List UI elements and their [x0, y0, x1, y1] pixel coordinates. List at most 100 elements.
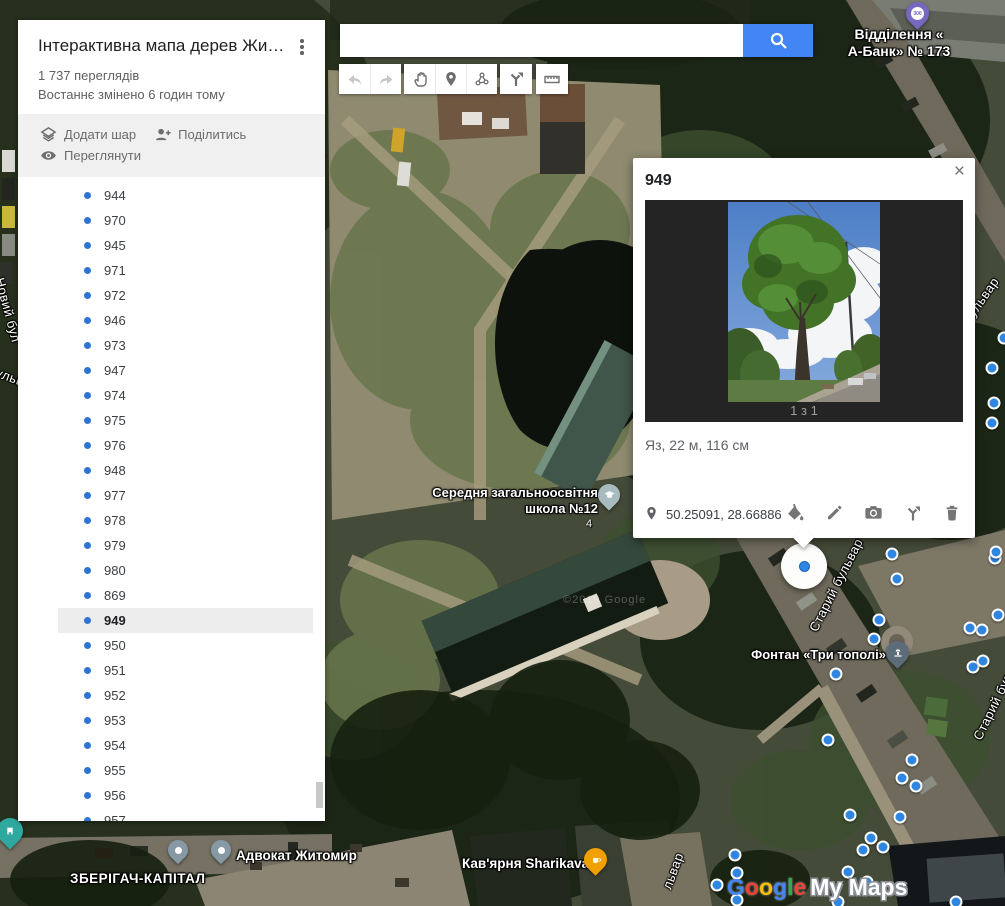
- tree-marker[interactable]: [857, 844, 870, 857]
- tree-bullet-icon: [84, 267, 91, 274]
- tree-item-label: 944: [104, 188, 126, 203]
- tree-marker[interactable]: [891, 573, 904, 586]
- trash-icon: [943, 504, 961, 522]
- tree-list-item[interactable]: 977: [58, 483, 313, 508]
- tree-list-item[interactable]: 979: [58, 533, 313, 558]
- tree-list-item[interactable]: 955: [58, 758, 313, 783]
- tree-marker[interactable]: [977, 655, 990, 668]
- tree-list-item[interactable]: 980: [58, 558, 313, 583]
- advocate-pin-1[interactable]: [164, 836, 192, 864]
- tree-marker[interactable]: [906, 754, 919, 767]
- tree-marker[interactable]: [992, 609, 1005, 622]
- tree-bullet-icon: [84, 642, 91, 649]
- tree-marker[interactable]: [894, 811, 907, 824]
- search-button[interactable]: [743, 24, 813, 57]
- tree-list-item[interactable]: 971: [58, 258, 313, 283]
- tree-list-item[interactable]: 954: [58, 733, 313, 758]
- fountain-pin[interactable]: [881, 636, 914, 669]
- tree-marker[interactable]: [986, 417, 999, 430]
- tree-marker[interactable]: [711, 879, 724, 892]
- share-button[interactable]: Поділитись: [154, 126, 246, 143]
- redo-icon: [377, 71, 395, 88]
- tree-item-label: 869: [104, 588, 126, 603]
- tree-list-item[interactable]: 952: [58, 683, 313, 708]
- tree-item-label: 978: [104, 513, 126, 528]
- tree-marker[interactable]: [950, 896, 963, 906]
- tree-marker[interactable]: [988, 397, 1001, 410]
- style-button[interactable]: [785, 503, 804, 522]
- tree-item-label: 953: [104, 713, 126, 728]
- map-info-sidebar: Інтерактивна мапа дерев Жито... 1 737 пе…: [18, 20, 325, 821]
- tree-marker[interactable]: [844, 809, 857, 822]
- tree-list-item[interactable]: 946: [58, 308, 313, 333]
- add-layer-button[interactable]: Додати шар: [40, 126, 136, 143]
- add-marker-button[interactable]: [435, 64, 466, 94]
- tree-item-label: 946: [104, 313, 126, 328]
- close-icon[interactable]: ×: [954, 162, 965, 181]
- sidebar-header: Інтерактивна мапа дерев Жито... 1 737 пе…: [18, 20, 325, 114]
- feature-popup: × 949: [633, 158, 975, 538]
- map-title[interactable]: Інтерактивна мапа дерев Жито...: [38, 36, 291, 56]
- add-photo-button[interactable]: [864, 503, 883, 522]
- tree-marker[interactable]: [865, 832, 878, 845]
- coordinates-value: 50.25091, 28.66886: [666, 507, 782, 522]
- tree-marker[interactable]: [822, 734, 835, 747]
- tree-marker[interactable]: [868, 633, 881, 646]
- tree-marker[interactable]: [896, 772, 909, 785]
- tree-marker[interactable]: [964, 622, 977, 635]
- popup-photo-area[interactable]: 1 з 1: [645, 200, 963, 422]
- undo-button[interactable]: [339, 64, 370, 94]
- delete-button[interactable]: [943, 504, 961, 522]
- tree-list-item[interactable]: 949: [58, 608, 313, 633]
- tree-list-item[interactable]: 974: [58, 383, 313, 408]
- layers-icon: [40, 126, 57, 143]
- tree-list-item[interactable]: 947: [58, 358, 313, 383]
- preview-button[interactable]: Переглянути: [40, 147, 141, 164]
- tree-list-item[interactable]: 951: [58, 658, 313, 683]
- tree-list-item[interactable]: 948: [58, 458, 313, 483]
- tree-marker[interactable]: [998, 332, 1005, 345]
- kebab-menu-icon[interactable]: [291, 36, 313, 58]
- tree-list-item[interactable]: 978: [58, 508, 313, 533]
- tree-marker[interactable]: [877, 841, 890, 854]
- directions-button[interactable]: [904, 504, 922, 522]
- search-icon: [769, 31, 788, 50]
- tree-list-item[interactable]: 950: [58, 633, 313, 658]
- tree-list-item[interactable]: 869: [58, 583, 313, 608]
- tree-list-item[interactable]: 957: [58, 808, 313, 821]
- map-views-count: 1 737 переглядів: [38, 68, 313, 83]
- pan-hand-button[interactable]: [404, 64, 435, 94]
- tree-list-item[interactable]: 976: [58, 433, 313, 458]
- tree-list-item[interactable]: 944: [58, 183, 313, 208]
- tree-marker[interactable]: [886, 548, 899, 561]
- tree-list-item[interactable]: 973: [58, 333, 313, 358]
- tree-marker[interactable]: [986, 362, 999, 375]
- advocate-pin-2[interactable]: [207, 836, 235, 864]
- popup-title: 949: [645, 172, 963, 190]
- tree-item-label: 973: [104, 338, 126, 353]
- tree-list-item[interactable]: 956: [58, 783, 313, 808]
- tree-marker[interactable]: [910, 780, 923, 793]
- map-search-input[interactable]: [340, 24, 743, 57]
- tree-list-item[interactable]: 953: [58, 708, 313, 733]
- tree-list-item[interactable]: 970: [58, 208, 313, 233]
- measure-button[interactable]: [536, 64, 568, 94]
- draw-line-button[interactable]: [466, 64, 497, 94]
- edit-button[interactable]: [825, 504, 843, 522]
- tree-photo[interactable]: [728, 202, 880, 402]
- tree-marker[interactable]: [976, 624, 989, 637]
- tree-list-item[interactable]: 975: [58, 408, 313, 433]
- tree-marker[interactable]: [990, 546, 1003, 559]
- tree-marker[interactable]: [830, 668, 843, 681]
- selected-tree-marker[interactable]: [781, 543, 827, 589]
- sidebar-scrollbar-thumb[interactable]: [316, 782, 323, 808]
- tree-list-item[interactable]: 972: [58, 283, 313, 308]
- tree-list-item[interactable]: 945: [58, 233, 313, 258]
- coffee-pin[interactable]: [579, 843, 612, 876]
- school-pin[interactable]: [593, 479, 624, 510]
- add-directions-button[interactable]: [500, 64, 532, 94]
- redo-button[interactable]: [370, 64, 401, 94]
- google-logo-letter: o: [745, 874, 759, 901]
- tree-marker[interactable]: [729, 849, 742, 862]
- tree-marker[interactable]: [873, 614, 886, 627]
